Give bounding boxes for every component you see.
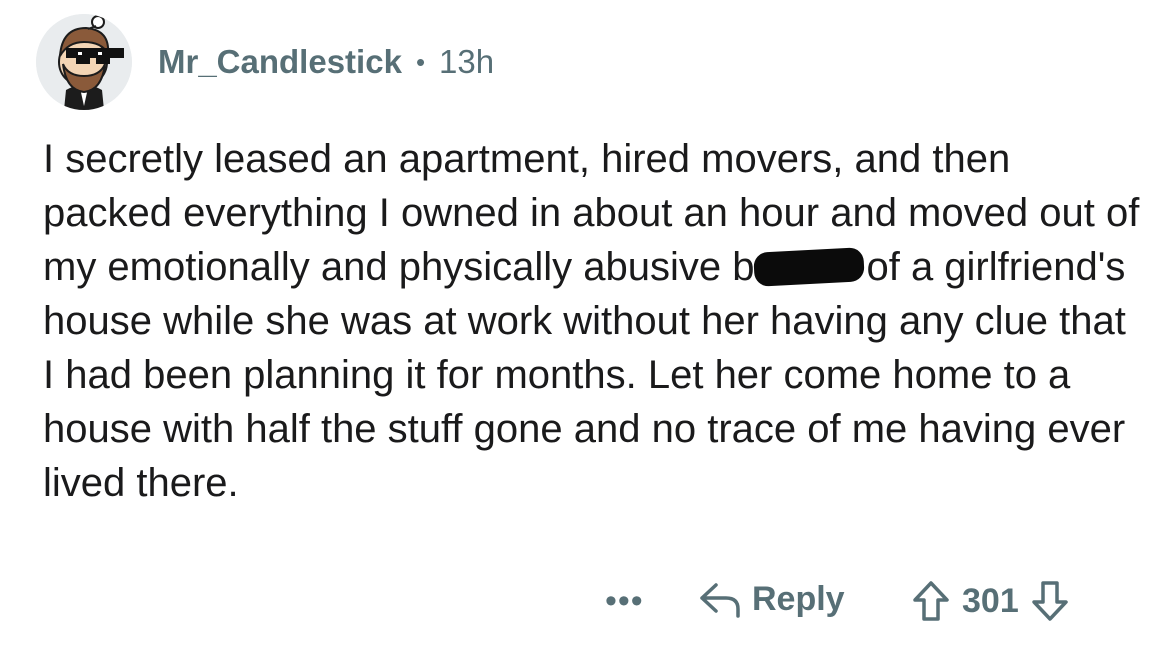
reply-button[interactable]: Reply <box>698 580 845 619</box>
upvote-arrow-icon[interactable] <box>912 580 950 622</box>
meta-separator: • <box>415 46 426 77</box>
more-options-button[interactable]: ••• <box>605 584 644 618</box>
comment-header: Mr_Candlestick • 13h <box>36 14 494 110</box>
downvote-arrow-icon[interactable] <box>1031 580 1069 622</box>
reply-label: Reply <box>752 580 845 618</box>
author-username[interactable]: Mr_Candlestick <box>158 43 402 81</box>
avatar-image <box>36 14 132 110</box>
vote-score: 301 <box>962 581 1019 620</box>
comment-actions: ••• Reply 301 <box>0 580 1170 630</box>
comment-meta: Mr_Candlestick • 13h <box>158 43 494 81</box>
comment-age: 13h <box>439 43 495 80</box>
comment-body: I secretly leased an apartment, hired mo… <box>43 132 1143 510</box>
avatar[interactable] <box>36 14 132 110</box>
redaction-scribble: itch <box>753 247 866 287</box>
reply-arrow-icon <box>700 582 740 618</box>
vote-controls: 301 <box>912 580 1069 622</box>
